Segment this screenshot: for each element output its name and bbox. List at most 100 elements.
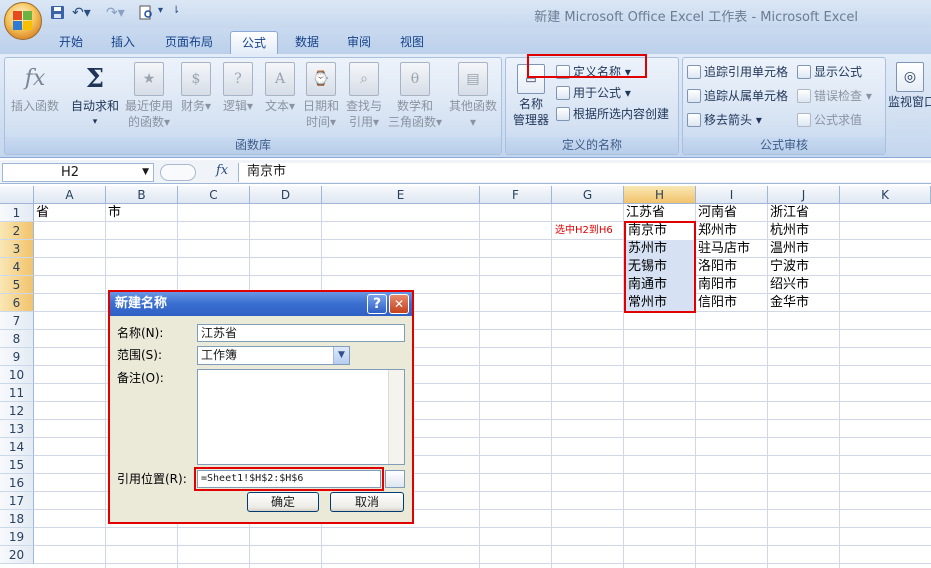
autosum-label: 自动求和: [70, 99, 119, 113]
recently-used-button[interactable]: ★ 最近使用 的函数▾: [121, 62, 177, 130]
evaluate-formula-button[interactable]: 公式求值: [797, 110, 862, 130]
fx-button[interactable]: fx: [216, 163, 228, 178]
cell-j4[interactable]: 宁波市: [768, 258, 809, 276]
remove-arrows-icon: [687, 113, 701, 127]
cell-i3[interactable]: 驻马店市: [696, 240, 750, 258]
row-header-6[interactable]: 6: [0, 294, 34, 312]
date-time-button[interactable]: ⌚ 日期和 时间▾: [301, 62, 341, 130]
create-from-selection-label: 根据所选内容创建: [573, 107, 670, 121]
row-header-19[interactable]: 19: [0, 528, 34, 546]
evaluate-formula-label: 公式求值: [814, 113, 863, 127]
function-library-group: fx 插入函数 Σ 自动求和 ▾ ★ 最近使用 的函数▾ $ 财务▾ ? 逻辑▾…: [4, 57, 502, 155]
cell-j5[interactable]: 绍兴市: [768, 276, 809, 294]
row-header-11[interactable]: 11: [0, 384, 34, 402]
row-header-2[interactable]: 2: [0, 222, 34, 240]
row-header-9[interactable]: 9: [0, 348, 34, 366]
tab-review[interactable]: 审阅: [337, 31, 381, 54]
name-box-dropdown-icon[interactable]: ▼: [142, 164, 149, 181]
window-title: 新建 Microsoft Office Excel 工作表 - Microsof…: [534, 10, 858, 25]
book-math-icon: θ: [400, 62, 430, 96]
trace-precedents-button[interactable]: 追踪引用单元格: [687, 62, 788, 82]
column-header-b[interactable]: B: [106, 186, 178, 204]
row-header-20[interactable]: 20: [0, 546, 34, 564]
column-header-c[interactable]: C: [178, 186, 250, 204]
error-checking-button[interactable]: 错误检查 ▾: [797, 86, 872, 106]
trace-dependents-label: 追踪从属单元格: [704, 89, 789, 103]
formula-bar-expand-icon[interactable]: [160, 164, 196, 181]
save-icon[interactable]: [50, 5, 65, 21]
column-header-i[interactable]: I: [696, 186, 768, 204]
column-header-k[interactable]: K: [840, 186, 931, 204]
qat-customize-icon[interactable]: ⇂: [172, 5, 180, 21]
row-header-13[interactable]: 13: [0, 420, 34, 438]
column-header-a[interactable]: A: [34, 186, 106, 204]
math-trig-button[interactable]: θ 数学和 三角函数▾: [385, 62, 445, 130]
row-header-10[interactable]: 10: [0, 366, 34, 384]
column-header-h[interactable]: H: [624, 186, 696, 204]
text-button[interactable]: A 文本▾: [261, 62, 299, 114]
watch-window-label: 监视窗口: [888, 95, 931, 109]
use-in-formula-button[interactable]: 用于公式 ▾: [556, 83, 631, 103]
row-header-18[interactable]: 18: [0, 510, 34, 528]
redo-icon[interactable]: ↷▾: [106, 5, 125, 21]
row-header-4[interactable]: 4: [0, 258, 34, 276]
tab-data[interactable]: 数据: [285, 31, 329, 54]
column-header-j[interactable]: J: [768, 186, 840, 204]
row-header-15[interactable]: 15: [0, 456, 34, 474]
fx-small-icon: [556, 86, 570, 100]
qat-dropdown-icon[interactable]: ▾: [158, 5, 163, 21]
cell-b1[interactable]: 市: [106, 204, 121, 222]
cell-i1[interactable]: 河南省: [696, 204, 737, 222]
tab-insert[interactable]: 插入: [100, 31, 146, 54]
annotation-text: 选中H2到H6: [555, 225, 613, 236]
print-preview-icon[interactable]: [138, 5, 154, 21]
column-header-g[interactable]: G: [552, 186, 624, 204]
column-header-e[interactable]: E: [322, 186, 480, 204]
name-box[interactable]: H2 ▼: [2, 163, 154, 182]
office-button[interactable]: [4, 2, 42, 40]
cell-i6[interactable]: 信阳市: [696, 294, 737, 312]
tab-home[interactable]: 开始: [48, 31, 94, 54]
row-header-17[interactable]: 17: [0, 492, 34, 510]
watch-window-button[interactable]: ◎ 监视窗口: [888, 62, 931, 110]
cell-h1[interactable]: 江苏省: [624, 204, 665, 222]
tab-page-layout[interactable]: 页面布局: [157, 31, 221, 54]
row-header-14[interactable]: 14: [0, 438, 34, 456]
row-header-5[interactable]: 5: [0, 276, 34, 294]
cell-i2[interactable]: 郑州市: [696, 222, 737, 240]
tab-formulas[interactable]: 公式: [230, 31, 278, 54]
cell-j2[interactable]: 杭州市: [768, 222, 809, 240]
row-header-12[interactable]: 12: [0, 402, 34, 420]
book-logic-icon: ?: [223, 62, 253, 96]
row-header-16[interactable]: 16: [0, 474, 34, 492]
more-functions-button[interactable]: ▤ 其他函数 ▾: [445, 62, 501, 130]
cell-j1[interactable]: 浙江省: [768, 204, 809, 222]
cell-j6[interactable]: 金华市: [768, 294, 809, 312]
financial-button[interactable]: $ 财务▾: [177, 62, 215, 114]
book-lookup-icon: ⌕: [349, 62, 379, 96]
cell-a1[interactable]: 省: [34, 204, 49, 222]
trace-dependents-button[interactable]: 追踪从属单元格: [687, 86, 788, 106]
cell-j3[interactable]: 温州市: [768, 240, 809, 258]
row-header-1[interactable]: 1: [0, 204, 34, 222]
column-header-f[interactable]: F: [480, 186, 552, 204]
logical-button[interactable]: ? 逻辑▾: [219, 62, 257, 114]
remove-arrows-button[interactable]: 移去箭头 ▾: [687, 110, 762, 130]
formula-input[interactable]: 南京市: [238, 163, 931, 182]
column-header-d[interactable]: D: [250, 186, 322, 204]
select-all-corner[interactable]: [0, 186, 34, 204]
lookup-reference-button[interactable]: ⌕ 查找与 引用▾: [343, 62, 385, 130]
undo-icon[interactable]: ↶▾: [72, 5, 91, 21]
tab-view[interactable]: 视图: [390, 31, 434, 54]
row-header-7[interactable]: 7: [0, 312, 34, 330]
autosum-button[interactable]: Σ 自动求和 ▾: [67, 62, 123, 130]
cell-i5[interactable]: 南阳市: [696, 276, 737, 294]
sigma-icon: Σ: [85, 64, 105, 94]
cell-i4[interactable]: 洛阳市: [696, 258, 737, 276]
row-header-8[interactable]: 8: [0, 330, 34, 348]
recently-used-label-2: 的函数: [127, 115, 164, 129]
show-formulas-button[interactable]: 显示公式: [797, 62, 862, 82]
row-header-3[interactable]: 3: [0, 240, 34, 258]
create-from-selection-button[interactable]: 根据所选内容创建: [556, 104, 669, 124]
insert-function-button[interactable]: fx 插入函数: [6, 62, 64, 114]
